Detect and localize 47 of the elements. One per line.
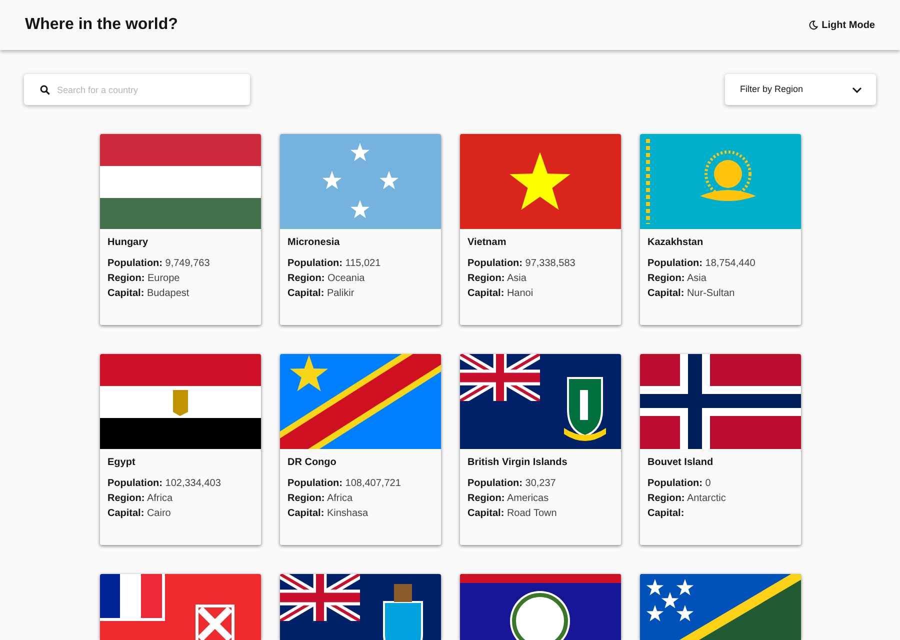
country-detail: Capital:: [648, 507, 686, 521]
country-detail: Population: 18,754,440: [648, 257, 756, 271]
region-filter-dropdown[interactable]: Filter by Region: [725, 74, 876, 105]
country-detail: Region: Africa: [108, 492, 174, 506]
moon-icon: [808, 20, 818, 30]
country-detail: Region: Asia: [648, 272, 708, 286]
country-card[interactable]: Hungary Population: 9,749,763 Region: Europe Capital: Budapest: [100, 134, 260, 325]
country-detail: Population: 115,021: [288, 257, 382, 271]
country-detail: Population: 9,749,763: [108, 257, 211, 271]
light-mode-toggle[interactable]: Light Mode: [808, 18, 875, 32]
country-detail: Region: Europe: [108, 272, 181, 286]
country-detail: Region: Americas: [468, 492, 550, 506]
country-detail: Population: 30,237: [468, 477, 557, 491]
country-detail: Region: Oceania: [288, 272, 366, 286]
country-card[interactable]: Micronesia Population: 115,021 Region: Oceania Capital: Palikir: [280, 134, 440, 325]
country-detail: Region: Africa: [288, 492, 354, 506]
country-detail: Capital: Nur-Sultan: [648, 287, 736, 301]
country-detail: Population: 102,334,403: [108, 477, 222, 491]
country-detail: Capital: Road Town: [468, 507, 558, 521]
search-field[interactable]: Search for a country: [24, 74, 250, 105]
country-detail: Capital: Budapest: [108, 287, 190, 301]
country-card[interactable]: British Virgin Islands Population: 30,237 Region: Americas Capital: Road Town: [460, 354, 620, 545]
country-detail: Region: Antarctic: [648, 492, 727, 506]
country-name: DR Congo: [288, 456, 338, 469]
country-card[interactable]: DR Congo Population: 108,407,721 Region: Africa Capital: Kinshasa: [280, 354, 440, 545]
country-card[interactable]: Kazakhstan Population: 18,754,440 Region: Asia Capital: Nur-Sultan: [640, 134, 800, 325]
country-detail: Capital: Palikir: [288, 287, 356, 301]
country-detail: Population: 108,407,721: [288, 477, 402, 491]
country-detail: Population: 0: [648, 477, 712, 491]
country-card[interactable]: Vietnam Population: 97,338,583 Region: Asia Capital: Hanoi: [460, 134, 620, 325]
country-name: Egypt: [108, 456, 136, 469]
search-icon: [40, 84, 50, 94]
site-title: Where in the world?: [25, 15, 178, 35]
country-name: Micronesia: [288, 236, 341, 249]
country-name: Kazakhstan: [648, 236, 704, 249]
chevron-down-icon: [852, 86, 862, 92]
country-detail: Population: 97,338,583: [468, 257, 576, 271]
country-name: Vietnam: [468, 236, 508, 249]
country-detail: Capital: Kinshasa: [288, 507, 370, 521]
country-name: Hungary: [108, 236, 150, 249]
country-name: British Virgin Islands: [468, 456, 568, 469]
country-detail: Capital: Cairo: [108, 507, 172, 521]
country-name: Bouvet Island: [648, 456, 714, 469]
country-detail: Capital: Hanoi: [468, 287, 534, 301]
country-card[interactable]: Egypt Population: 102,334,403 Region: Africa Capital: Cairo: [100, 354, 260, 545]
country-card[interactable]: Bouvet Island Population: 0 Region: Antarctic Capital:: [640, 354, 800, 545]
country-detail: Region: Asia: [468, 272, 528, 286]
